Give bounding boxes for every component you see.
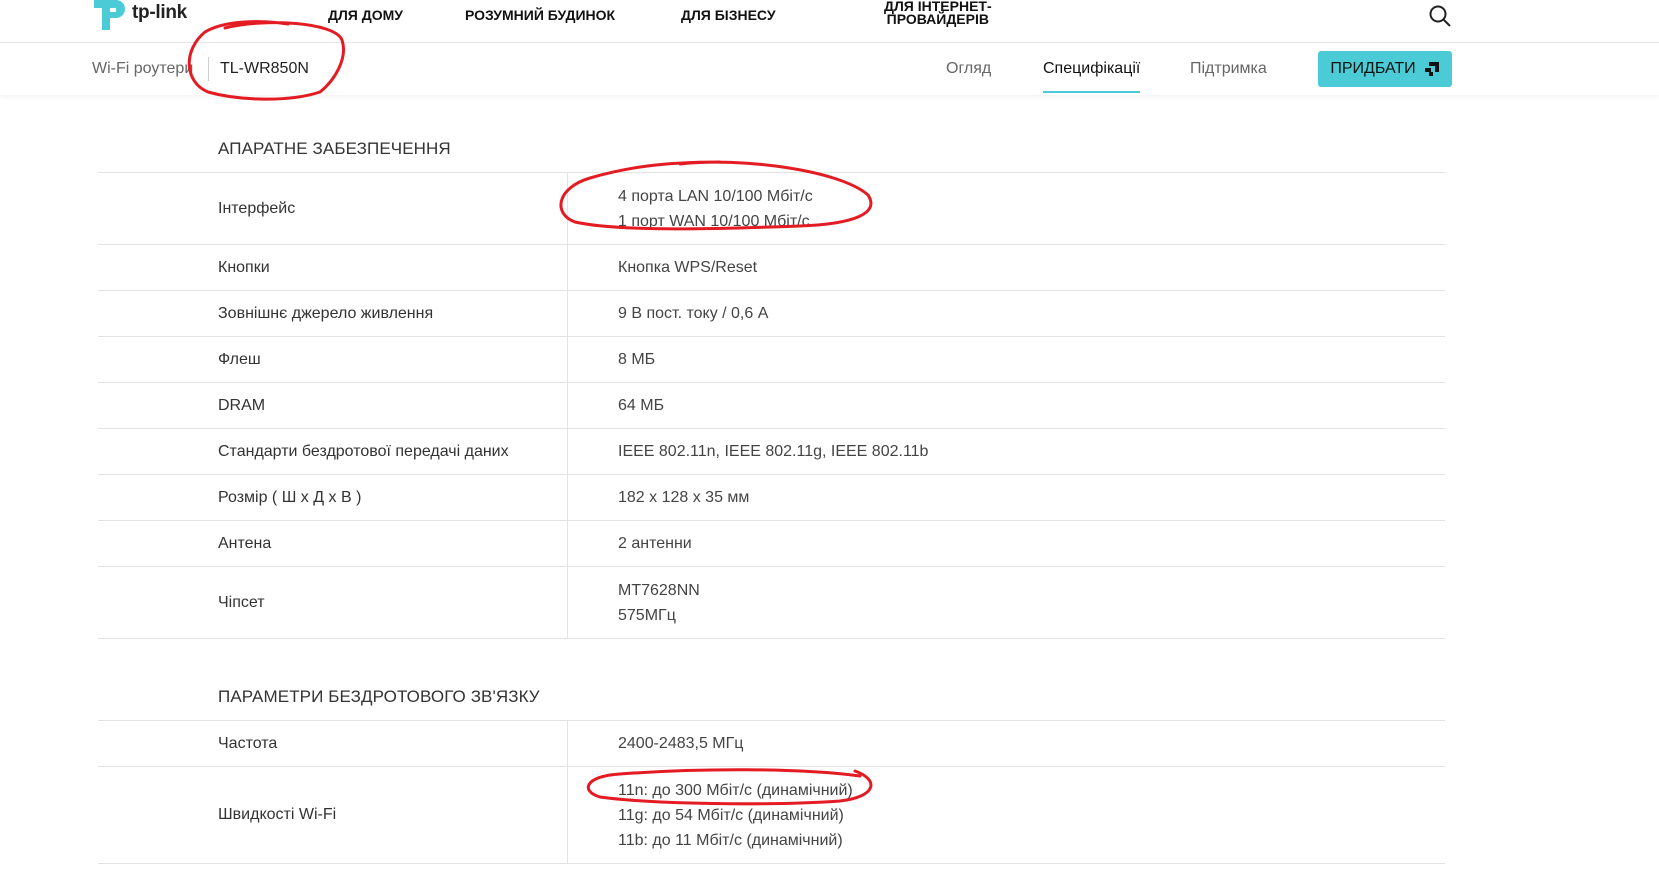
spec-row-interface: Інтерфейс 4 порта LAN 10/100 Мбіт/с 1 по…	[98, 173, 1445, 245]
spec-row-buttons: Кнопки Кнопка WPS/Reset	[98, 245, 1445, 291]
spec-row-power: Зовнішнє джерело живлення 9 В пост. току…	[98, 291, 1445, 337]
spec-value: 9 В пост. току / 0,6 А	[568, 291, 768, 336]
spec-value-line: IEEE 802.11n, IEEE 802.11g, IEEE 802.11b	[618, 443, 929, 460]
buy-arrow-icon	[1424, 62, 1439, 76]
tab-specifications[interactable]: Специфікації	[1043, 60, 1140, 78]
spec-value-line: 2400-2483,5 МГц	[618, 735, 744, 752]
hardware-section-title: АПАРАТНЕ ЗАБЕЗПЕЧЕННЯ	[218, 139, 451, 158]
spec-value: 8 МБ	[568, 337, 655, 382]
spec-row-frequency: Частота 2400-2483,5 МГц	[98, 721, 1445, 767]
top-navigation: tp-link ДЛЯ ДОМУ РОЗУМНИЙ БУДИНОК ДЛЯ БІ…	[0, 0, 1659, 43]
spec-row-dram: DRAM 64 МБ	[98, 383, 1445, 429]
spec-label: Стандарти бездротової передачі даних	[98, 429, 568, 474]
spec-value: 64 МБ	[568, 383, 664, 428]
spec-value-line: 11n: до 300 Мбіт/с (динамічний)	[618, 781, 853, 799]
spec-value-line: 182 x 128 x 35 мм	[618, 489, 750, 506]
spec-label: Інтерфейс	[98, 173, 568, 244]
tab-overview[interactable]: Огляд	[946, 60, 991, 78]
spec-value: 4 порта LAN 10/100 Мбіт/с 1 порт WAN 10/…	[568, 173, 813, 244]
spec-label: Розмір ( Ш x Д x В )	[98, 475, 568, 520]
wireless-spec-table: Частота 2400-2483,5 МГц Швидкості Wi-Fi …	[98, 720, 1445, 864]
spec-row-wifi-speeds: Швидкості Wi-Fi 11n: до 300 Мбіт/с (дина…	[98, 767, 1445, 864]
spec-value-line: 9 В пост. току / 0,6 А	[618, 305, 769, 322]
spec-value: MT7628NN 575МГц	[568, 567, 700, 638]
buy-button-label: ПРИДБАТИ	[1330, 60, 1416, 77]
breadcrumb-model: TL-WR850N	[220, 60, 309, 77]
spec-value-line: 64 МБ	[618, 397, 665, 414]
active-tab-indicator	[1043, 91, 1140, 93]
spec-label: Кнопки	[98, 245, 568, 290]
spec-value: IEEE 802.11n, IEEE 802.11g, IEEE 802.11b	[568, 429, 928, 474]
spec-value: Кнопка WPS/Reset	[568, 245, 757, 290]
spec-label: Частота	[98, 721, 568, 766]
spec-value-line: 8 МБ	[618, 351, 656, 368]
spec-value: 2400-2483,5 МГц	[568, 721, 743, 766]
tp-link-logo-icon	[94, 0, 125, 30]
breadcrumb-category[interactable]: Wi-Fi роутери	[92, 60, 193, 78]
spec-label: Чіпсет	[98, 567, 568, 638]
nav-for-isp[interactable]: ДЛЯ ІНТЕРНЕТ- ПРОВАЙДЕРІВ	[884, 0, 992, 26]
spec-row-wireless-standards: Стандарти бездротової передачі даних IEE…	[98, 429, 1445, 475]
spec-value-line: 11g: до 54 Мбіт/с (динамічний)	[618, 806, 844, 824]
spec-value-line: 1 порт WAN 10/100 Мбіт/с	[618, 212, 810, 230]
spec-value-line: 4 порта LAN 10/100 Мбіт/с	[618, 187, 813, 205]
brand-name: tp-link	[132, 2, 187, 23]
spec-value: 182 x 128 x 35 мм	[568, 475, 749, 520]
spec-value-line: Кнопка WPS/Reset	[618, 259, 758, 276]
spec-row-antenna: Антена 2 антенни	[98, 521, 1445, 567]
spec-label: Зовнішнє джерело живлення	[98, 291, 568, 336]
search-icon[interactable]	[1428, 4, 1452, 28]
nav-for-home[interactable]: ДЛЯ ДОМУ	[328, 7, 403, 23]
nav-for-business[interactable]: ДЛЯ БІЗНЕСУ	[681, 7, 776, 23]
spec-value: 11n: до 300 Мбіт/с (динамічний) 11g: до …	[568, 767, 853, 863]
spec-value-line: 2 антенни	[618, 535, 692, 552]
spec-value-line: 11b: до 11 Мбіт/с (динамічний)	[618, 831, 843, 849]
spec-label: Швидкості Wi-Fi	[98, 767, 568, 863]
spec-value: 2 антенни	[568, 521, 692, 566]
wireless-section-title: ПАРАМЕТРИ БЕЗДРОТОВОГО ЗВ'ЯЗКУ	[218, 687, 540, 706]
tab-support[interactable]: Підтримка	[1190, 60, 1267, 78]
spec-label: Антена	[98, 521, 568, 566]
nav-isp-line2: ПРОВАЙДЕРІВ	[886, 11, 989, 27]
spec-label: Флеш	[98, 337, 568, 382]
buy-button[interactable]: ПРИДБАТИ	[1318, 51, 1452, 87]
spec-label: DRAM	[98, 383, 568, 428]
spec-row-dimensions: Розмір ( Ш x Д x В ) 182 x 128 x 35 мм	[98, 475, 1445, 521]
spec-row-flash: Флеш 8 МБ	[98, 337, 1445, 383]
spec-value-line: 575МГц	[618, 606, 676, 624]
product-subnav: Wi-Fi роутери TL-WR850N Огляд Специфікац…	[0, 43, 1659, 95]
nav-smart-home[interactable]: РОЗУМНИЙ БУДИНОК	[465, 7, 615, 23]
hardware-spec-table: Інтерфейс 4 порта LAN 10/100 Мбіт/с 1 по…	[98, 172, 1445, 639]
breadcrumb-divider	[208, 57, 209, 81]
spec-value-line: MT7628NN	[618, 581, 700, 599]
spec-row-chipset: Чіпсет MT7628NN 575МГц	[98, 567, 1445, 639]
